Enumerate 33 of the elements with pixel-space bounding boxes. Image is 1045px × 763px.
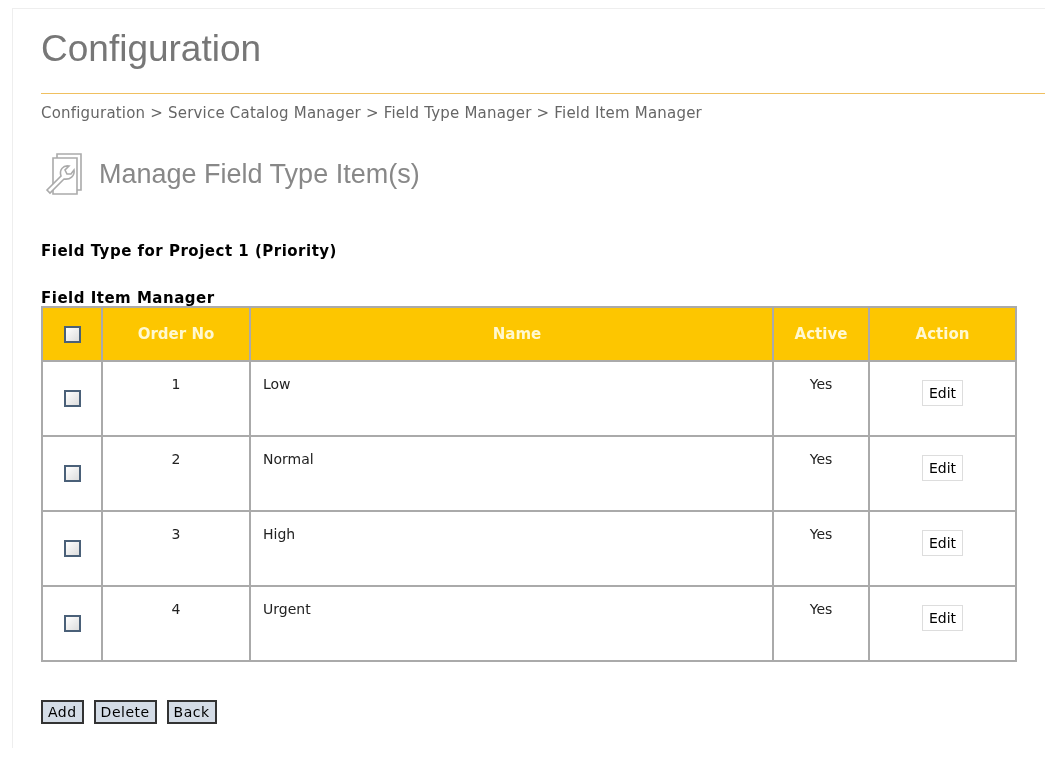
- section-title: Manage Field Type Item(s): [99, 158, 420, 190]
- column-header: Order No: [102, 307, 250, 361]
- field-type-heading: Field Type for Project 1 (Priority): [41, 242, 338, 260]
- row-checkbox[interactable]: [63, 614, 81, 632]
- breadcrumb: Configuration > Service Catalog Manager > Field Type Manager > Field Item Manager: [41, 104, 703, 122]
- column-header: Active: [773, 307, 869, 361]
- row-checkbox[interactable]: [63, 539, 81, 557]
- row-checkbox[interactable]: [63, 464, 81, 482]
- order-cell: 3: [102, 511, 250, 586]
- name-cell: Urgent: [250, 586, 773, 661]
- edit-button[interactable]: Edit: [921, 605, 964, 631]
- action-button[interactable]: Delete: [93, 700, 157, 724]
- active-cell: Yes: [773, 511, 869, 586]
- name-cell: High: [250, 511, 773, 586]
- active-cell: Yes: [773, 361, 869, 436]
- name-cell: Low: [250, 361, 773, 436]
- column-header: Name: [250, 307, 773, 361]
- name-cell: Normal: [250, 436, 773, 511]
- select-all-checkbox[interactable]: [63, 325, 81, 343]
- edit-button[interactable]: Edit: [921, 530, 964, 556]
- action-button[interactable]: Back: [166, 700, 217, 724]
- row-checkbox[interactable]: [63, 389, 81, 407]
- column-header: Action: [869, 307, 1016, 361]
- table-title: Field Item Manager: [41, 290, 216, 306]
- order-cell: 4: [102, 586, 250, 661]
- edit-button[interactable]: Edit: [921, 455, 964, 481]
- active-cell: Yes: [773, 436, 869, 511]
- order-cell: 2: [102, 436, 250, 511]
- action-button[interactable]: Add: [41, 700, 84, 724]
- edit-button[interactable]: Edit: [921, 380, 964, 406]
- page-title: Configuration: [41, 25, 1045, 94]
- order-cell: 1: [102, 361, 250, 436]
- active-cell: Yes: [773, 586, 869, 661]
